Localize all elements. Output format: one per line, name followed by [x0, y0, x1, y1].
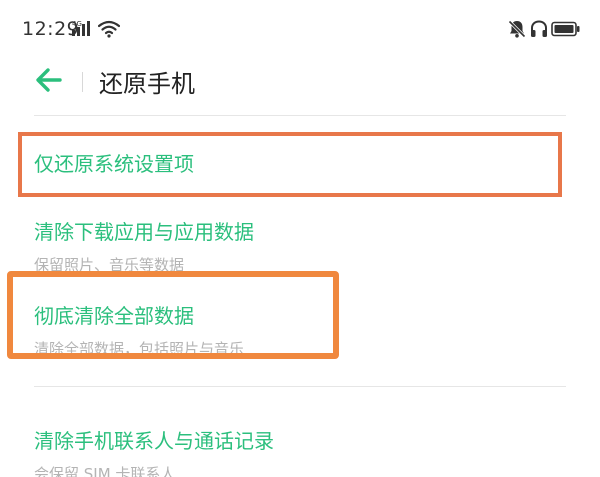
section-divider [34, 386, 566, 387]
wifi-icon [97, 20, 121, 42]
battery-icon [551, 21, 581, 41]
header-divider [82, 72, 83, 92]
status-time: 12:29 [22, 18, 80, 40]
reset-phone-screen: 12:29 4G 还原手机 仅还原系统设置项 清除下载应用与应用数据 保留照片、… [0, 0, 600, 477]
status-bar: 12:29 4G [0, 0, 600, 58]
option-title: 清除下载应用与应用数据 [34, 220, 254, 244]
option-erase-all-data[interactable]: 彻底清除全部数据 清除全部数据，包括照片与音乐 [34, 300, 566, 359]
option-title: 清除手机联系人与通话记录 [34, 429, 274, 453]
option-title: 彻底清除全部数据 [34, 304, 194, 328]
option-subtitle: 保留照片、音乐等数据 [34, 256, 185, 274]
option-subtitle: 会保留 SIM 卡联系人 [34, 465, 176, 477]
arrow-left-icon [36, 68, 62, 92]
option-clear-downloaded-apps[interactable]: 清除下载应用与应用数据 保留照片、音乐等数据 [34, 216, 566, 275]
page-title: 还原手机 [99, 70, 195, 98]
network-type-label: 4G [72, 20, 82, 28]
signal-icon: 4G [72, 20, 96, 42]
option-title: 仅还原系统设置项 [34, 152, 194, 176]
top-divider [34, 115, 566, 116]
option-reset-system-settings[interactable]: 仅还原系统设置项 [34, 148, 566, 177]
headphones-icon [529, 19, 549, 43]
option-subtitle: 清除全部数据，包括照片与音乐 [34, 340, 245, 358]
mute-icon [507, 19, 527, 43]
option-clear-contacts-call-log[interactable]: 清除手机联系人与通话记录 会保留 SIM 卡联系人 [34, 425, 566, 477]
back-button[interactable] [28, 62, 68, 98]
